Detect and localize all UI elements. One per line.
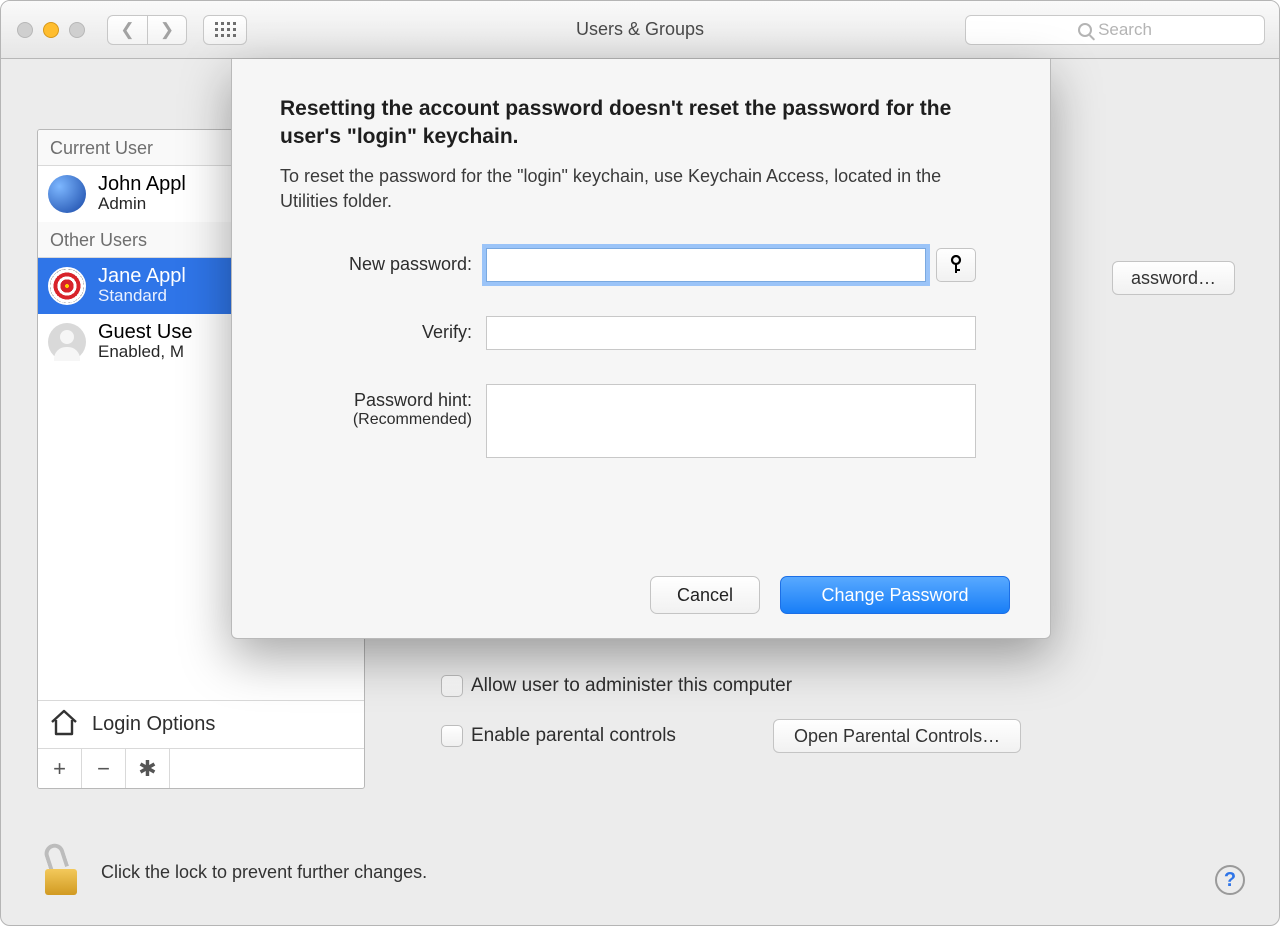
hint-label: Password hint: (Recommended) <box>280 384 486 429</box>
zoom-window-icon[interactable] <box>69 22 85 38</box>
lock-unlocked-icon[interactable] <box>43 849 79 895</box>
sidebar-actions-button[interactable]: ✱ <box>126 749 170 789</box>
checkbox-icon[interactable] <box>441 675 463 697</box>
login-options-label: Login Options <box>92 713 215 736</box>
verify-row: Verify: <box>280 316 1002 350</box>
sheet-headline: Resetting the account password doesn't r… <box>280 95 1002 152</box>
user-name: Jane Appl <box>98 266 186 286</box>
new-password-input[interactable] <box>486 248 926 282</box>
login-options-row[interactable]: Login Options <box>38 700 364 748</box>
gear-icon: ✱ <box>138 756 156 782</box>
verify-input[interactable] <box>486 316 976 350</box>
search-icon <box>1078 23 1092 37</box>
user-role: Admin <box>98 194 186 214</box>
home-icon <box>48 706 80 744</box>
new-password-label: New password: <box>280 248 486 275</box>
new-password-row: New password: <box>280 248 1002 282</box>
allow-admin-label: Allow user to administer this computer <box>471 675 792 697</box>
allow-admin-row[interactable]: Allow user to administer this computer <box>441 675 792 697</box>
avatar-earth-icon <box>48 175 86 213</box>
search-field[interactable]: Search <box>965 15 1265 45</box>
key-icon <box>948 255 964 275</box>
reset-password-button[interactable]: assword… <box>1112 261 1235 295</box>
show-all-button[interactable] <box>203 15 247 45</box>
nav-buttons: ❮ ❯ <box>107 15 187 45</box>
help-icon: ? <box>1224 869 1236 892</box>
user-role: Enabled, M <box>98 342 192 362</box>
hint-row: Password hint: (Recommended) <box>280 384 1002 458</box>
close-window-icon[interactable] <box>17 22 33 38</box>
footer: Click the lock to prevent further change… <box>43 849 427 895</box>
user-name: John Appl <box>98 174 186 194</box>
sheet-subtext: To reset the password for the "login" ke… <box>280 164 1002 214</box>
grid-icon <box>215 22 236 37</box>
help-button[interactable]: ? <box>1215 865 1245 895</box>
hint-label-text: Password hint: <box>354 390 472 410</box>
hint-recommended: (Recommended) <box>280 411 472 429</box>
hint-input[interactable] <box>486 384 976 458</box>
avatar-guest-icon <box>48 323 86 361</box>
password-assistant-button[interactable] <box>936 248 976 282</box>
add-user-button[interactable]: + <box>38 749 82 789</box>
back-button[interactable]: ❮ <box>107 15 147 45</box>
window-controls <box>17 22 85 38</box>
search-placeholder: Search <box>1098 20 1152 40</box>
user-role: Standard <box>98 286 186 306</box>
forward-button[interactable]: ❯ <box>147 15 187 45</box>
user-name: Guest Use <box>98 322 192 342</box>
sidebar-toolbar: + − ✱ <box>38 748 364 788</box>
cancel-button[interactable]: Cancel <box>650 576 760 614</box>
parental-label: Enable parental controls <box>471 725 676 747</box>
open-parental-controls-button[interactable]: Open Parental Controls… <box>773 719 1021 753</box>
avatar-target-icon <box>48 267 86 305</box>
change-password-button[interactable]: Change Password <box>780 576 1010 614</box>
checkbox-icon[interactable] <box>441 725 463 747</box>
verify-label: Verify: <box>280 316 486 343</box>
prefs-window: ❮ ❯ Users & Groups Search Current User J… <box>0 0 1280 926</box>
lock-text: Click the lock to prevent further change… <box>101 862 427 883</box>
parental-row[interactable]: Enable parental controls <box>441 725 676 747</box>
remove-user-button[interactable]: − <box>82 749 126 789</box>
minimize-window-icon[interactable] <box>43 22 59 38</box>
sheet-buttons: Cancel Change Password <box>650 576 1010 614</box>
titlebar: ❮ ❯ Users & Groups Search <box>1 1 1279 59</box>
reset-password-sheet: Resetting the account password doesn't r… <box>231 59 1051 639</box>
